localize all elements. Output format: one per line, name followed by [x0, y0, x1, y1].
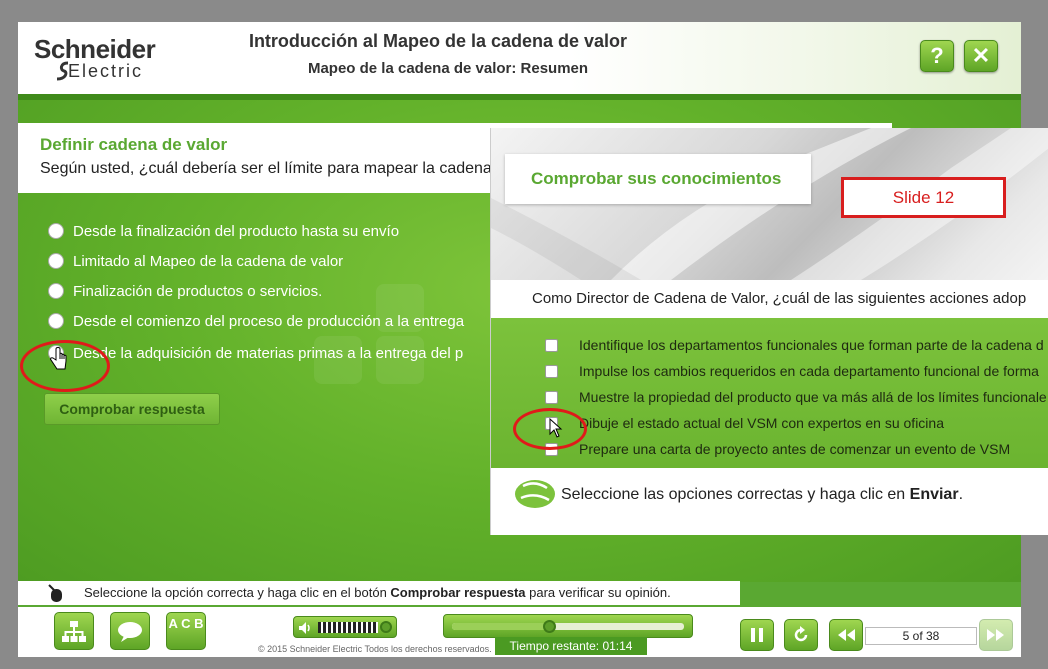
instruction-bar: Seleccione la opción correcta y haga cli…: [18, 581, 740, 605]
course-subtitle: Mapeo de la cadena de valor: Resumen: [307, 60, 589, 77]
checkbox[interactable]: [545, 338, 558, 352]
overlay-title-box: Comprobar sus conocimientos: [505, 154, 811, 204]
slide-number-label: Slide 12: [841, 177, 1006, 218]
answer-option[interactable]: Finalización de productos o servicios.: [48, 280, 322, 302]
speaker-icon: [299, 622, 310, 634]
checkbox-option[interactable]: Identifique los departamentos funcionale…: [545, 335, 1044, 355]
checkbox[interactable]: [545, 390, 558, 404]
header-divider: [18, 94, 1021, 100]
progress-track[interactable]: [452, 620, 684, 633]
glossary-icon: A C B: [168, 616, 204, 631]
copyright-text: © 2015 Schneider Electric Todos los dere…: [258, 644, 492, 654]
radio-button[interactable]: [48, 283, 64, 299]
sitemap-icon: [62, 621, 86, 642]
option-label: Desde el comienzo del proceso de producc…: [73, 312, 465, 330]
hand-cursor-icon: [50, 347, 67, 370]
overlay-title: Comprobar sus conocimientos: [531, 169, 782, 188]
checkbox-label: Muestre la propiedad del producto que va…: [579, 389, 1047, 405]
page-indicator: 5 of 38: [865, 627, 977, 645]
checkbox-label: Impulse los cambios requeridos en cada d…: [579, 363, 1039, 379]
close-button[interactable]: ✕: [964, 40, 998, 72]
instruction-prefix: Seleccione la opción correcta y haga cli…: [84, 585, 391, 600]
overlay-banner: Comprobar sus conocimientos Slide 12: [491, 128, 1048, 280]
slide-overlay: Comprobar sus conocimientos Slide 12 Com…: [490, 128, 1048, 535]
volume-knob[interactable]: [380, 621, 392, 633]
overlay-instruction-bold: Enviar: [909, 486, 959, 503]
overlay-instruction-text: Seleccione las opciones correctas y haga…: [561, 486, 963, 504]
option-label: Finalización de productos o servicios.: [73, 282, 323, 300]
checkbox[interactable]: [545, 364, 558, 378]
close-icon: ✕: [971, 43, 991, 68]
radio-button[interactable]: [48, 253, 64, 269]
overlay-question-bar: Como Director de Cadena de Valor, ¿cuál …: [491, 280, 1048, 318]
checkbox-label: Identifique los departamentos funcionale…: [579, 337, 1044, 353]
progress-bar[interactable]: [443, 614, 693, 638]
comments-button[interactable]: [110, 612, 150, 650]
overlay-instruction-prefix: Seleccione las opciones correctas y haga…: [561, 486, 910, 503]
option-label: Desde la finalización del producto hasta…: [73, 222, 400, 240]
forward-icon: [987, 629, 1004, 641]
checkbox-option[interactable]: Muestre la propiedad del producto que va…: [545, 387, 1047, 407]
rewind-icon: [838, 629, 855, 641]
overlay-instruction-bar: Seleccione las opciones correctas y haga…: [491, 468, 1048, 535]
question-text: Según usted, ¿cuál debería ser el límite…: [40, 160, 492, 177]
radio-button[interactable]: [48, 223, 64, 239]
glossary-button[interactable]: A C B: [166, 612, 206, 650]
overlay-question-text: Como Director de Cadena de Valor, ¿cuál …: [532, 290, 1027, 307]
instruction-suffix: para verificar su opinión.: [525, 585, 671, 600]
checkbox-label: Prepare una carta de proyecto antes de c…: [579, 441, 1011, 457]
answer-option[interactable]: Desde la adquisición de materias primas …: [48, 342, 463, 364]
volume-control[interactable]: [293, 616, 397, 638]
header: Schneider Electric Introducción al Mapeo…: [18, 22, 1021, 94]
progress-fill: [452, 623, 550, 630]
overlay-options-area: Identifique los departamentos funcionale…: [491, 318, 1048, 468]
previous-button[interactable]: [829, 619, 863, 651]
time-remaining: Tiempo restante: 01:14: [495, 637, 647, 655]
checkbox-option[interactable]: Prepare una carta de proyecto antes de c…: [545, 439, 1010, 459]
checkbox-option[interactable]: Impulse los cambios requeridos en cada d…: [545, 361, 1039, 381]
replay-button[interactable]: [784, 619, 818, 651]
pointer-cursor-icon: [549, 418, 563, 438]
checkbox-option[interactable]: Dibuje el estado actual del VSM con expe…: [545, 413, 944, 433]
progress-knob[interactable]: [543, 620, 557, 633]
next-button[interactable]: [979, 619, 1013, 651]
help-icon: ?: [930, 43, 944, 68]
replay-icon: [794, 626, 808, 642]
answer-option[interactable]: Desde la finalización del producto hasta…: [48, 220, 399, 242]
answer-option[interactable]: Desde el comienzo del proceso de producc…: [48, 310, 464, 332]
answer-option[interactable]: Limitado al Mapeo de la cadena de valor: [48, 250, 343, 272]
pause-button[interactable]: [740, 619, 774, 651]
schneider-logo: Schneider Electric: [34, 34, 184, 84]
sitemap-button[interactable]: [54, 612, 94, 650]
mouse-icon: [48, 584, 62, 602]
pause-icon: [751, 628, 763, 642]
check-answer-button[interactable]: Comprobar respuesta: [44, 393, 220, 425]
option-label: Desde la adquisición de materias primas …: [73, 344, 464, 362]
instruction-text: Seleccione la opción correcta y haga cli…: [84, 585, 671, 600]
logo-glyph-icon: [56, 61, 69, 81]
instruction-bold: Comprobar respuesta: [390, 585, 526, 600]
chat-bubble-icon: [118, 622, 142, 642]
radio-button[interactable]: [48, 313, 64, 329]
question-title: Definir cadena de valor: [40, 135, 228, 154]
mouse-icon: [515, 480, 555, 508]
logo-wordmark-bottom: Electric: [68, 61, 144, 81]
volume-meter[interactable]: [318, 622, 378, 633]
option-label: Limitado al Mapeo de la cadena de valor: [73, 252, 344, 270]
course-title: Introducción al Mapeo de la cadena de va…: [248, 31, 628, 51]
help-button[interactable]: ?: [920, 40, 954, 72]
checkbox-label: Dibuje el estado actual del VSM con expe…: [579, 415, 944, 431]
overlay-instruction-suffix: .: [958, 486, 964, 503]
